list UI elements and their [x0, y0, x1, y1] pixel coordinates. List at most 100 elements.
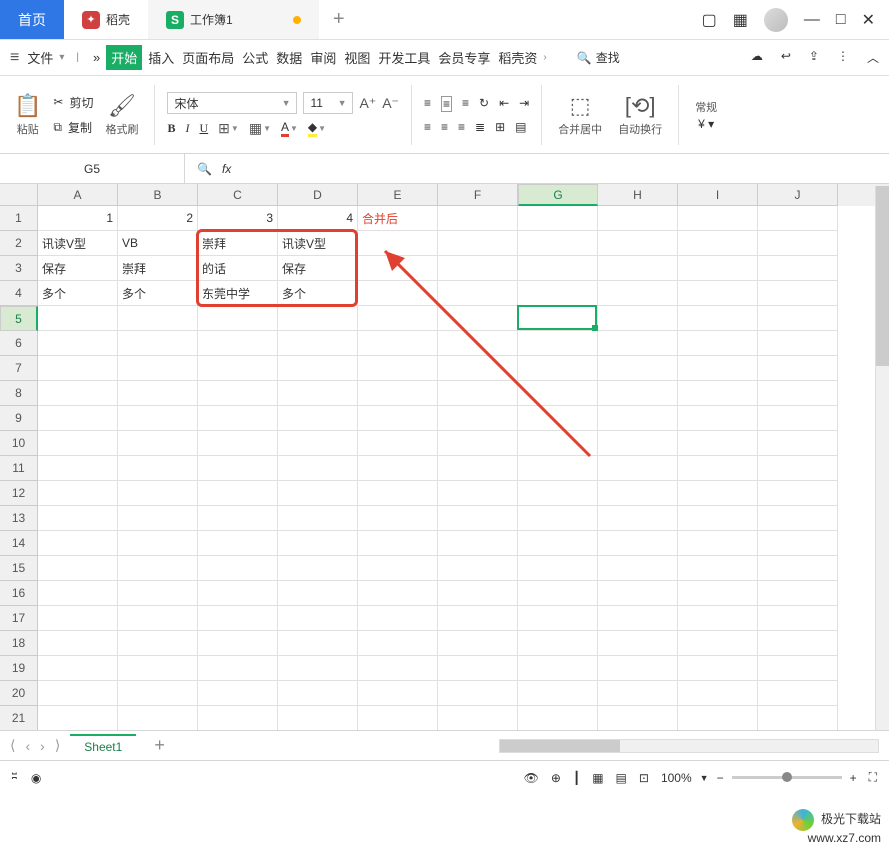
cell-D12[interactable]: [278, 481, 358, 506]
cell-B20[interactable]: [118, 681, 198, 706]
menu-view[interactable]: 视图: [342, 45, 372, 70]
cell-D2[interactable]: 讯读V型: [278, 231, 358, 256]
tab-home[interactable]: 首页: [0, 0, 64, 39]
cell-A4[interactable]: 多个: [38, 281, 118, 306]
cell-B10[interactable]: [118, 431, 198, 456]
cell-G13[interactable]: [518, 506, 598, 531]
row-header-17[interactable]: 17: [0, 606, 38, 631]
cell-B18[interactable]: [118, 631, 198, 656]
cell-H8[interactable]: [598, 381, 678, 406]
cell-C14[interactable]: [198, 531, 278, 556]
cell-A6[interactable]: [38, 331, 118, 356]
file-dropdown-icon[interactable]: ▾: [59, 52, 64, 63]
cell-D21[interactable]: [278, 706, 358, 730]
cell-B4[interactable]: 多个: [118, 281, 198, 306]
cell-A21[interactable]: [38, 706, 118, 730]
cell-F3[interactable]: [438, 256, 518, 281]
cell-B16[interactable]: [118, 581, 198, 606]
horizontal-scrollbar[interactable]: [499, 739, 879, 753]
cell-C18[interactable]: [198, 631, 278, 656]
eye-icon[interactable]: 👁: [524, 771, 539, 785]
underline-button[interactable]: U: [200, 121, 209, 136]
sheet-nav-prev[interactable]: ‹: [25, 738, 30, 754]
cell-J13[interactable]: [758, 506, 838, 531]
cell-B21[interactable]: [118, 706, 198, 730]
terminal-icon[interactable]: ⎶: [12, 770, 17, 785]
cell-A12[interactable]: [38, 481, 118, 506]
paste-button[interactable]: 📋 粘贴: [10, 93, 45, 137]
cell-B12[interactable]: [118, 481, 198, 506]
cell-A13[interactable]: [38, 506, 118, 531]
cell-I20[interactable]: [678, 681, 758, 706]
cell-E21[interactable]: [358, 706, 438, 730]
maximize-button[interactable]: □: [836, 11, 846, 29]
cell-H10[interactable]: [598, 431, 678, 456]
cell-F18[interactable]: [438, 631, 518, 656]
cell-H15[interactable]: [598, 556, 678, 581]
tab-workbook[interactable]: S 工作簿1: [148, 0, 319, 39]
fill-color-button[interactable]: ◆▼: [308, 120, 326, 137]
cell-G17[interactable]: [518, 606, 598, 631]
cell-J21[interactable]: [758, 706, 838, 730]
cell-E7[interactable]: [358, 356, 438, 381]
col-header-D[interactable]: D: [278, 184, 358, 206]
cell-I6[interactable]: [678, 331, 758, 356]
cell-E9[interactable]: [358, 406, 438, 431]
apps-icon[interactable]: ▦: [733, 10, 748, 30]
bold-button[interactable]: B: [167, 121, 175, 136]
cell-H16[interactable]: [598, 581, 678, 606]
cell-A20[interactable]: [38, 681, 118, 706]
cell-A7[interactable]: [38, 356, 118, 381]
zoom-slider[interactable]: [732, 776, 842, 779]
cell-H4[interactable]: [598, 281, 678, 306]
cell-E15[interactable]: [358, 556, 438, 581]
cell-J3[interactable]: [758, 256, 838, 281]
cell-A10[interactable]: [38, 431, 118, 456]
zoom-dropdown-icon[interactable]: ▼: [700, 773, 709, 783]
cell-E1[interactable]: 合并后: [358, 206, 438, 231]
cell-I14[interactable]: [678, 531, 758, 556]
cell-A8[interactable]: [38, 381, 118, 406]
zoom-out-button[interactable]: −: [717, 771, 724, 785]
cell-B11[interactable]: [118, 456, 198, 481]
row-header-6[interactable]: 6: [0, 331, 38, 356]
cell-C3[interactable]: 的话: [198, 256, 278, 281]
cell-E2[interactable]: [358, 231, 438, 256]
cell-J7[interactable]: [758, 356, 838, 381]
share-icon[interactable]: ⇪: [809, 49, 819, 66]
close-button[interactable]: ✕: [862, 10, 875, 30]
cell-J11[interactable]: [758, 456, 838, 481]
cell-G4[interactable]: [518, 281, 598, 306]
cell-B13[interactable]: [118, 506, 198, 531]
cell-E10[interactable]: [358, 431, 438, 456]
menu-devtools[interactable]: 开发工具: [376, 45, 432, 70]
row-header-20[interactable]: 20: [0, 681, 38, 706]
fx-label[interactable]: fx: [222, 162, 231, 176]
cell-D8[interactable]: [278, 381, 358, 406]
row-header-4[interactable]: 4: [0, 281, 38, 306]
cell-A1[interactable]: 1: [38, 206, 118, 231]
cell-C16[interactable]: [198, 581, 278, 606]
cell-A16[interactable]: [38, 581, 118, 606]
cell-E13[interactable]: [358, 506, 438, 531]
sheet-nav-first[interactable]: ⟨: [10, 737, 15, 754]
cell-C1[interactable]: 3: [198, 206, 278, 231]
cell-A9[interactable]: [38, 406, 118, 431]
cell-C4[interactable]: 东莞中学: [198, 281, 278, 306]
cell-F17[interactable]: [438, 606, 518, 631]
cell-E19[interactable]: [358, 656, 438, 681]
cell-D9[interactable]: [278, 406, 358, 431]
cell-G18[interactable]: [518, 631, 598, 656]
cell-C15[interactable]: [198, 556, 278, 581]
row-header-14[interactable]: 14: [0, 531, 38, 556]
cell-E3[interactable]: [358, 256, 438, 281]
menu-scroll-right[interactable]: ›: [543, 52, 546, 63]
number-format-button[interactable]: 常规 ¥ ▾: [691, 99, 721, 131]
row-header-13[interactable]: 13: [0, 506, 38, 531]
cell-B2[interactable]: VB: [118, 231, 198, 256]
cell-D5[interactable]: [278, 306, 358, 331]
cell-H13[interactable]: [598, 506, 678, 531]
cell-G3[interactable]: [518, 256, 598, 281]
cell-F20[interactable]: [438, 681, 518, 706]
cell-I5[interactable]: [678, 306, 758, 331]
